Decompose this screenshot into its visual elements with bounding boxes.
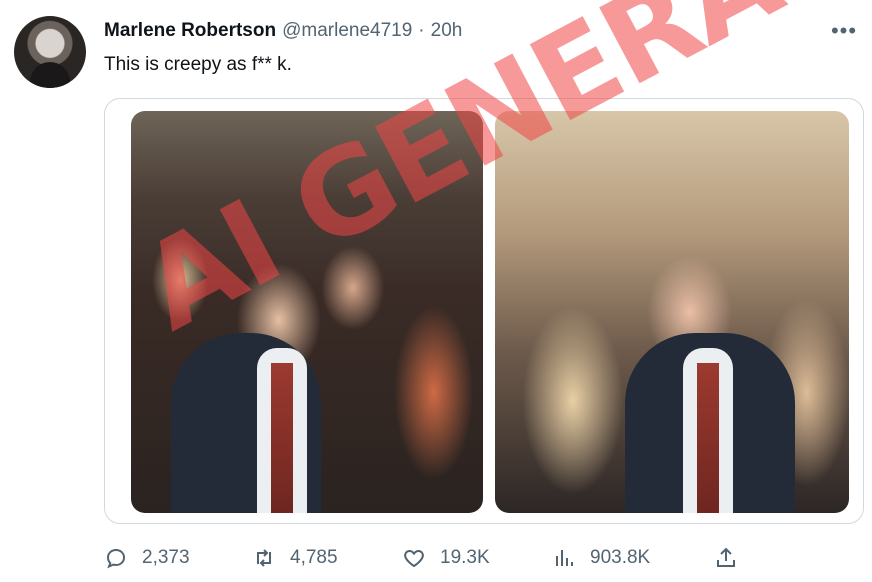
share-icon: [717, 547, 735, 567]
tweet-media[interactable]: [104, 98, 864, 524]
retweet-button[interactable]: 4,785: [252, 540, 338, 576]
heart-icon: [404, 549, 424, 568]
retweet-icon: [257, 549, 271, 567]
reply-icon: [106, 548, 126, 569]
avatar-figure: [30, 62, 70, 88]
header-separator: ·: [418, 20, 425, 41]
reply-button[interactable]: 2,373: [104, 540, 190, 576]
tweet-text: This is creepy as f** k.: [104, 54, 292, 75]
tweet-actions: 2,373 4,785 19.3K 903.8K: [104, 540, 744, 576]
avatar[interactable]: [14, 16, 86, 88]
more-options-icon[interactable]: •••: [830, 18, 858, 43]
views-button[interactable]: 903.8K: [552, 540, 650, 576]
share-button[interactable]: [714, 540, 738, 576]
tweet-header: Marlene Robertson @marlene4719 · 20h: [104, 20, 462, 42]
photo-figure-tie: [697, 363, 719, 513]
media-photo-right[interactable]: [495, 111, 849, 513]
photo-figure-tie: [271, 363, 293, 513]
tweet-timestamp[interactable]: 20h: [431, 20, 463, 42]
media-photo-left[interactable]: [131, 111, 483, 513]
reply-count: 2,373: [142, 547, 190, 568]
views-icon: [556, 550, 573, 566]
like-count: 19.3K: [440, 547, 490, 568]
author-name[interactable]: Marlene Robertson: [104, 20, 276, 42]
retweet-count: 4,785: [290, 547, 338, 568]
like-button[interactable]: 19.3K: [402, 540, 490, 576]
author-handle[interactable]: @marlene4719: [282, 20, 412, 42]
view-count: 903.8K: [590, 547, 651, 568]
